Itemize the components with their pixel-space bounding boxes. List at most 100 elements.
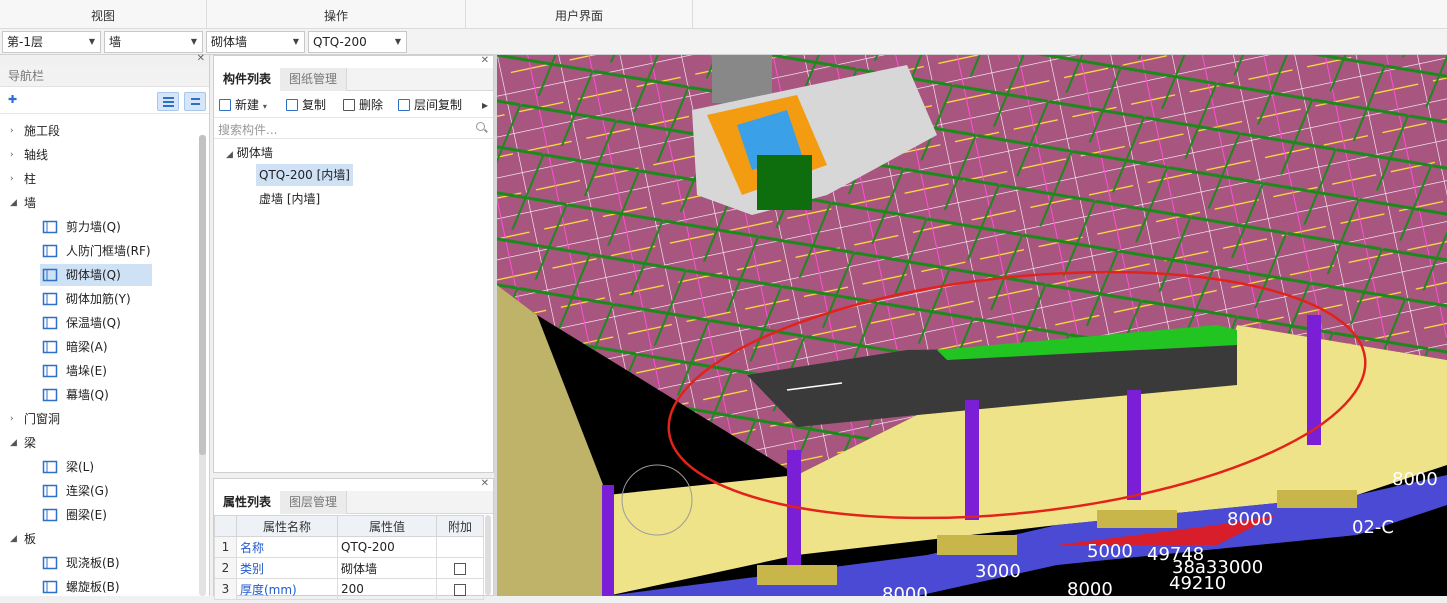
3d-viewport[interactable]: 8000 8000 5000 49748 38a33000 49210 3000… xyxy=(497,55,1447,596)
nav-category-label: 板 xyxy=(24,532,37,546)
table-row[interactable]: 1 名称 QTQ-200 xyxy=(214,536,484,558)
chevron-down-icon[interactable]: ◢ xyxy=(10,527,20,551)
nav-item[interactable]: 暗梁(A) xyxy=(0,335,198,359)
nav-category[interactable]: › 柱 xyxy=(0,167,198,191)
svg-text:3000: 3000 xyxy=(975,561,1021,582)
insulation-wall-icon xyxy=(42,315,58,331)
property-tabs: 属性列表 图层管理 xyxy=(214,491,493,514)
nav-item[interactable]: 砌体墙(Q) xyxy=(0,263,198,287)
nav-category-label: 墙 xyxy=(24,196,37,210)
wall-pier-icon xyxy=(42,363,58,379)
delete-button[interactable]: 删除 xyxy=(343,92,383,118)
nav-item[interactable]: 连梁(G) xyxy=(0,479,198,503)
category-select[interactable]: 墙 ▼ xyxy=(104,31,203,53)
property-value[interactable]: 砌体墙 xyxy=(337,557,437,579)
nav-category[interactable]: › 轴线 xyxy=(0,143,198,167)
tree-root-masonry-wall[interactable]: ◢ 砌体墙 xyxy=(226,143,273,163)
copy-button[interactable]: 复制 xyxy=(286,92,326,118)
type-select[interactable]: 砌体墙 ▼ xyxy=(206,31,305,53)
nav-category[interactable]: ◢ 墙 xyxy=(0,191,198,215)
nav-scrollbar[interactable] xyxy=(199,135,206,596)
nav-item-label: 连梁(G) xyxy=(66,484,109,498)
hidden-beam-icon xyxy=(42,339,58,355)
new-button[interactable]: 新建 ▾ xyxy=(219,92,267,118)
chevron-down-icon[interactable]: ◢ xyxy=(10,191,20,215)
svg-text:8000: 8000 xyxy=(1392,469,1438,490)
nav-item[interactable]: 墙垛(E) xyxy=(0,359,198,383)
nav-category-label: 柱 xyxy=(24,172,37,186)
nav-category-label: 施工段 xyxy=(24,124,61,138)
property-table: 属性名称 属性值 附加 1 名称 QTQ-200 2 类别 砌体墙 3 厚度(m… xyxy=(214,515,484,600)
search-icon[interactable] xyxy=(476,122,485,131)
close-icon[interactable]: ✕ xyxy=(481,55,489,66)
nav-item[interactable]: 梁(L) xyxy=(0,455,198,479)
nav-category[interactable]: › 门窗洞 xyxy=(0,407,198,431)
model-canvas[interactable]: 8000 8000 5000 49748 38a33000 49210 3000… xyxy=(497,55,1447,596)
nav-item[interactable]: 圈梁(E) xyxy=(0,503,198,527)
tab-property-list[interactable]: 属性列表 xyxy=(214,491,282,514)
masonry-rebar-icon xyxy=(42,291,58,307)
floor-select-value: 第-1层 xyxy=(7,35,43,49)
more-icon[interactable]: ▸ xyxy=(482,92,488,118)
chevron-down-icon[interactable]: ◢ xyxy=(10,431,20,455)
cast-slab-icon xyxy=(42,555,58,571)
chevron-right-icon[interactable]: › xyxy=(10,143,20,167)
chevron-right-icon[interactable]: › xyxy=(10,119,20,143)
nav-category[interactable]: ◢ 梁 xyxy=(0,431,198,455)
copy-icon xyxy=(286,99,298,111)
tab-layer-management[interactable]: 图层管理 xyxy=(280,491,348,514)
nav-item[interactable]: 砌体加筋(Y) xyxy=(0,287,198,311)
nav-category-label: 门窗洞 xyxy=(24,412,61,426)
tree-item-virtual-wall[interactable]: 虚墙 [内墙] xyxy=(256,188,323,210)
selector-toolbar: 第-1层 ▼ 墙 ▼ 砌体墙 ▼ QTQ-200 ▼ xyxy=(0,29,1447,55)
attach-checkbox[interactable] xyxy=(454,583,466,596)
nav-item-label: 现浇板(B) xyxy=(66,556,120,570)
chevron-right-icon[interactable]: › xyxy=(10,407,20,431)
nav-item[interactable]: 螺旋板(B) xyxy=(0,575,198,599)
property-name: 厚度(mm) xyxy=(236,578,338,600)
property-value[interactable]: QTQ-200 xyxy=(337,536,437,558)
component-search[interactable]: 搜索构件... xyxy=(214,119,493,139)
ribbon-group-ui[interactable]: 用户界面 xyxy=(466,0,693,29)
nav-item[interactable]: 人防门框墙(RF) xyxy=(0,239,198,263)
nav-category[interactable]: ◢ 板 xyxy=(0,527,198,551)
component-list-panel: ✕ 构件列表 图纸管理 新建 ▾ 复制 删除 层间复制 ▸ 搜索构件... ◢ 砌… xyxy=(213,55,494,473)
floor-select[interactable]: 第-1层 ▼ xyxy=(2,31,101,53)
component-toolbar: 新建 ▾ 复制 删除 层间复制 ▸ xyxy=(214,92,493,118)
table-row[interactable]: 2 类别 砌体墙 xyxy=(214,557,484,579)
nav-item-label: 螺旋板(B) xyxy=(66,580,120,594)
search-input[interactable]: 搜索构件... xyxy=(218,121,277,138)
chevron-right-icon[interactable]: › xyxy=(10,167,20,191)
chevron-down-icon: ▼ xyxy=(88,37,95,46)
close-icon[interactable]: ✕ xyxy=(197,53,205,64)
ribbon: 视图 操作 用户界面 xyxy=(0,0,1447,29)
chevron-down-icon: ▼ xyxy=(394,37,401,46)
ribbon-group-operation[interactable]: 操作 xyxy=(207,0,466,29)
attach-checkbox[interactable] xyxy=(454,562,466,575)
nav-item-label: 砌体墙(Q) xyxy=(66,268,121,282)
chevron-down-icon: ◢ xyxy=(226,150,233,160)
detail-view-button[interactable] xyxy=(184,92,206,111)
shear-wall-icon xyxy=(42,219,58,235)
nav-item-label: 梁(L) xyxy=(66,460,95,474)
tree-item-qtq-200[interactable]: QTQ-200 [内墙] xyxy=(256,164,353,186)
header-property-name: 属性名称 xyxy=(236,515,338,537)
list-view-button[interactable] xyxy=(157,92,179,111)
close-icon[interactable]: ✕ xyxy=(481,478,489,489)
nav-item[interactable]: 保温墙(Q) xyxy=(0,311,198,335)
property-value[interactable]: 200 xyxy=(337,578,437,600)
nav-item-label: 暗梁(A) xyxy=(66,340,108,354)
component-select[interactable]: QTQ-200 ▼ xyxy=(308,31,407,53)
nav-item-label: 保温墙(Q) xyxy=(66,316,121,330)
ribbon-group-view[interactable]: 视图 xyxy=(0,0,207,29)
pin-icon[interactable]: ✚ xyxy=(8,93,17,106)
nav-item[interactable]: 剪力墙(Q) xyxy=(0,215,198,239)
table-row[interactable]: 3 厚度(mm) 200 xyxy=(214,578,484,600)
property-scrollbar[interactable] xyxy=(485,515,491,595)
tab-component-list[interactable]: 构件列表 xyxy=(214,68,282,91)
nav-category[interactable]: › 施工段 xyxy=(0,119,198,143)
floor-copy-button[interactable]: 层间复制 xyxy=(398,92,462,118)
tab-drawing-management[interactable]: 图纸管理 xyxy=(280,68,348,91)
nav-item[interactable]: 幕墙(Q) xyxy=(0,383,198,407)
nav-item[interactable]: 现浇板(B) xyxy=(0,551,198,575)
